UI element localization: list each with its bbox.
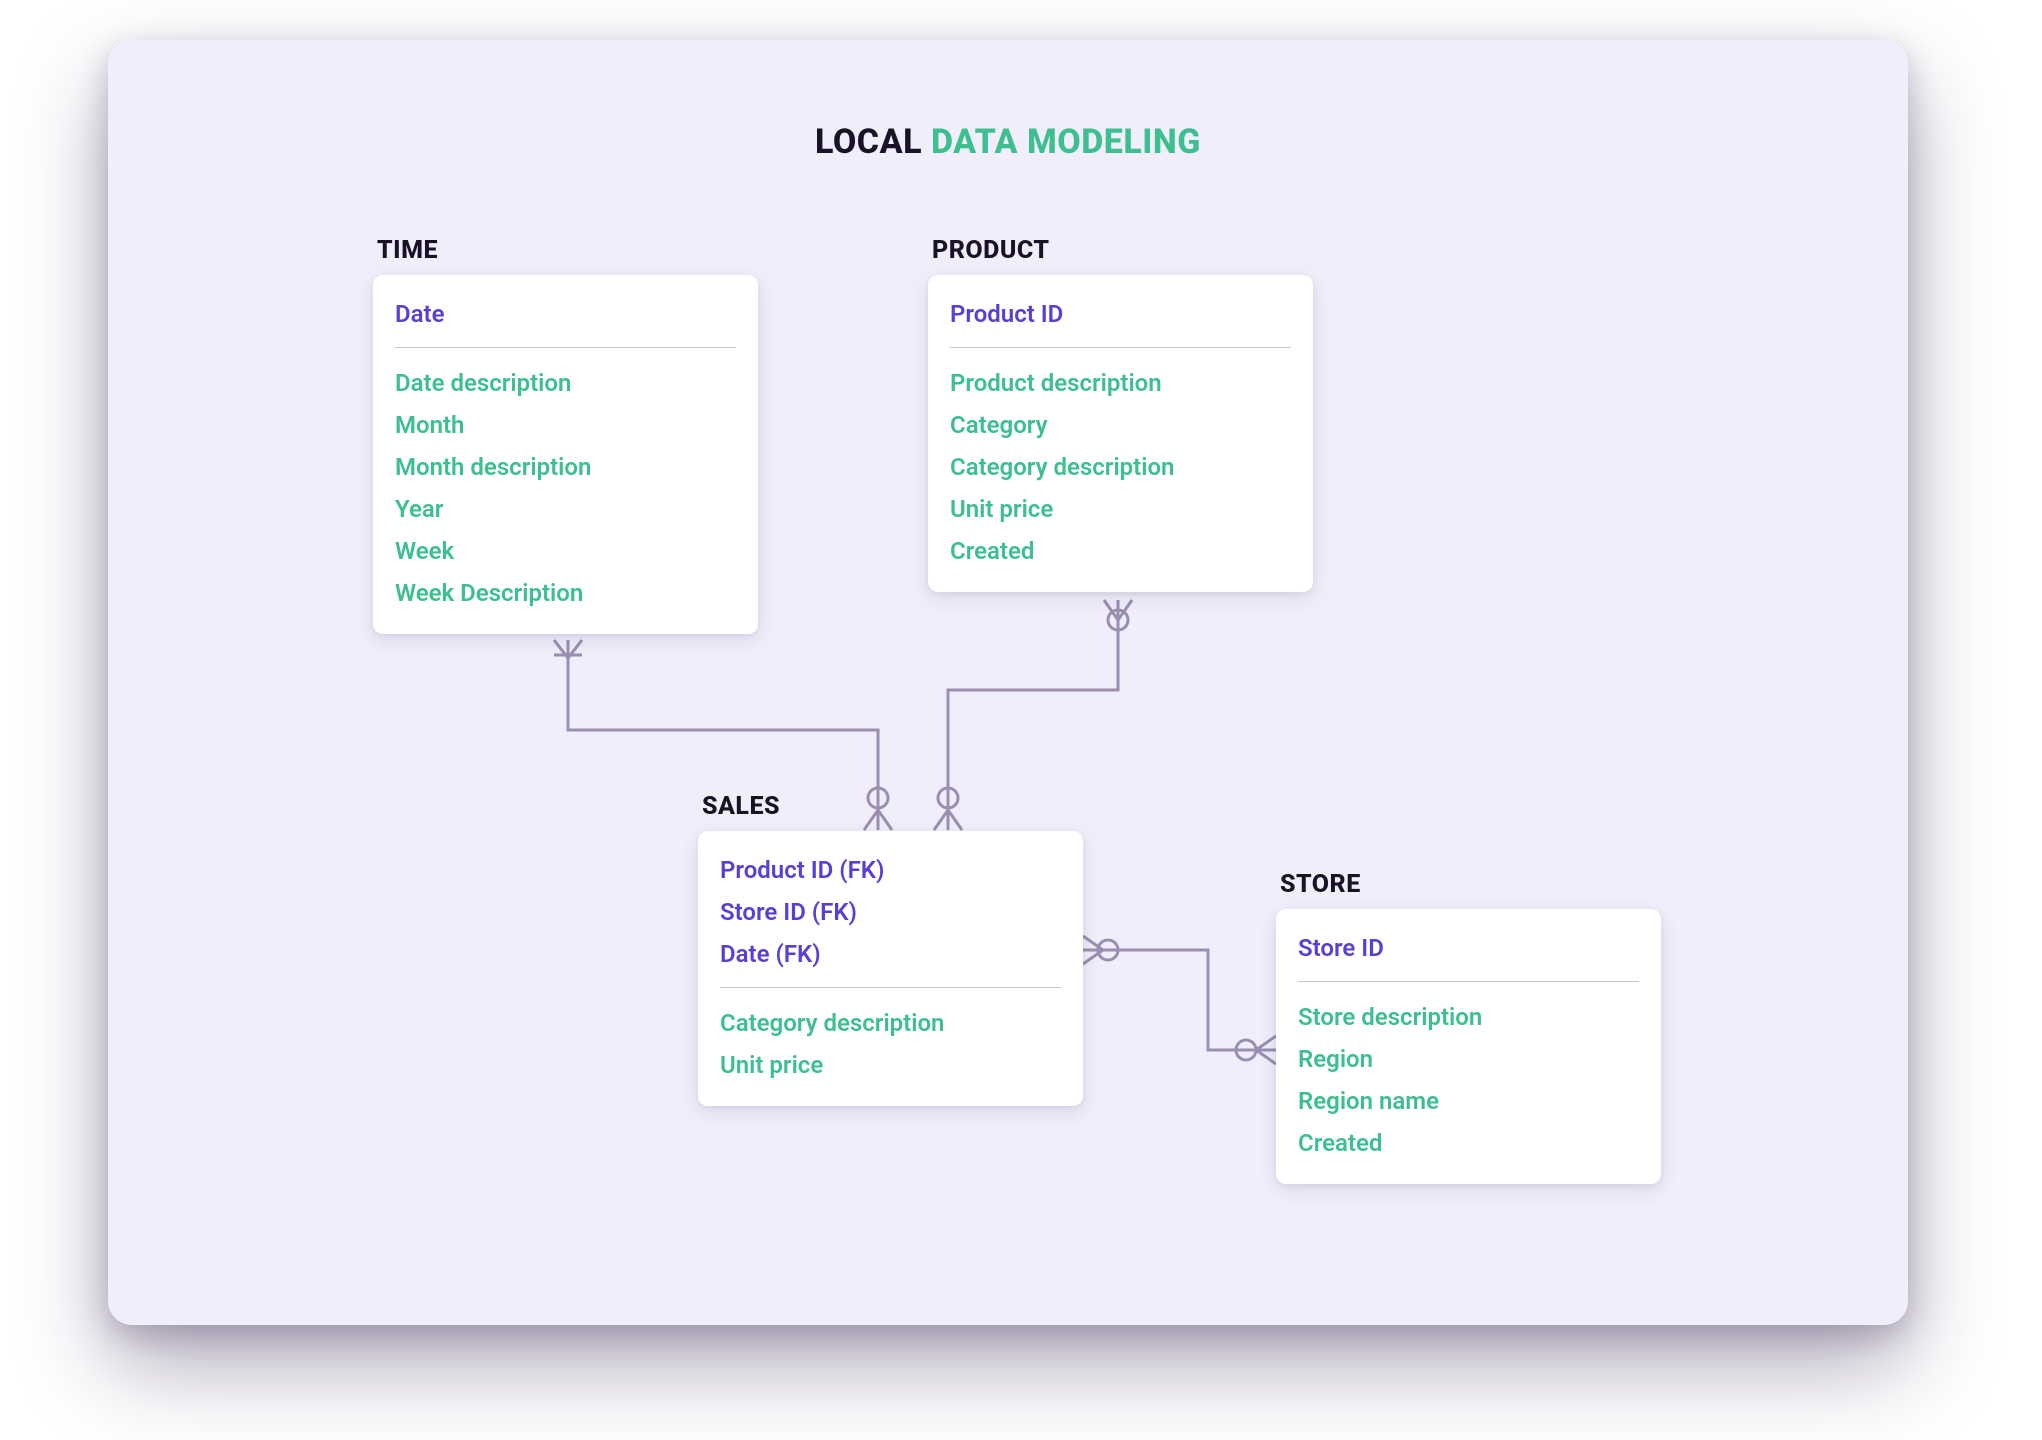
- connector-sales-store: [1083, 950, 1276, 1050]
- entity-attr: Month description: [395, 446, 736, 488]
- entity-store: STORE Store ID Store description Region …: [1276, 870, 1661, 1184]
- entity-attr: Category description: [950, 446, 1291, 488]
- entity-product: PRODUCT Product ID Product description C…: [928, 236, 1313, 592]
- entity-label-product: PRODUCT: [928, 236, 1313, 265]
- entity-sales: SALES Product ID (FK) Store ID (FK) Date…: [698, 792, 1083, 1106]
- entity-card-sales: Product ID (FK) Store ID (FK) Date (FK) …: [698, 831, 1083, 1106]
- entity-attr: Created: [950, 530, 1291, 572]
- entity-attr: Store description: [1298, 996, 1639, 1038]
- cardinality-circle-store: [1236, 1040, 1256, 1060]
- entity-attr: Month: [395, 404, 736, 446]
- cardinality-crow-sales-out: [1083, 936, 1103, 964]
- entity-attr: Product description: [950, 362, 1291, 404]
- title-part-1: LOCAL: [815, 122, 931, 162]
- entity-attr: Unit price: [950, 488, 1291, 530]
- entity-key: Store ID (FK): [720, 891, 1061, 933]
- entity-attr: Category: [950, 404, 1291, 446]
- cardinality-crow-product: [1104, 600, 1132, 620]
- entity-label-store: STORE: [1276, 870, 1661, 899]
- entity-attr: Week: [395, 530, 736, 572]
- entity-attr: Category description: [720, 1002, 1061, 1044]
- entity-key: Date: [395, 293, 736, 335]
- cardinality-crow-time: [554, 640, 582, 658]
- entity-attr: Unit price: [720, 1044, 1061, 1086]
- divider: [950, 347, 1291, 348]
- entity-key: Store ID: [1298, 927, 1639, 969]
- entity-attr: Year: [395, 488, 736, 530]
- cardinality-crow-store: [1256, 1036, 1276, 1064]
- entity-label-sales: SALES: [698, 792, 1083, 821]
- divider: [1298, 981, 1639, 982]
- entity-attr: Week Description: [395, 572, 736, 614]
- entity-attr: Created: [1298, 1122, 1639, 1164]
- entity-attr: Date description: [395, 362, 736, 404]
- entity-key: Date (FK): [720, 933, 1061, 975]
- entity-attr: Region name: [1298, 1080, 1639, 1122]
- entity-card-store: Store ID Store description Region Region…: [1276, 909, 1661, 1184]
- entity-card-time: Date Date description Month Month descri…: [373, 275, 758, 634]
- cardinality-circle-sales-out: [1098, 940, 1118, 960]
- cardinality-circle-product: [1108, 610, 1128, 630]
- entity-attr: Region: [1298, 1038, 1639, 1080]
- entity-key: Product ID (FK): [720, 849, 1061, 891]
- entity-card-product: Product ID Product description Category …: [928, 275, 1313, 592]
- entity-time: TIME Date Date description Month Month d…: [373, 236, 758, 634]
- entity-key: Product ID: [950, 293, 1291, 335]
- diagram-canvas: LOCAL DATA MODELING TIME Date Date descr…: [108, 40, 1908, 1325]
- entity-label-time: TIME: [373, 236, 758, 265]
- divider: [720, 987, 1061, 988]
- diagram-title: LOCAL DATA MODELING: [108, 122, 1908, 162]
- divider: [395, 347, 736, 348]
- title-part-2: DATA MODELING: [931, 122, 1201, 162]
